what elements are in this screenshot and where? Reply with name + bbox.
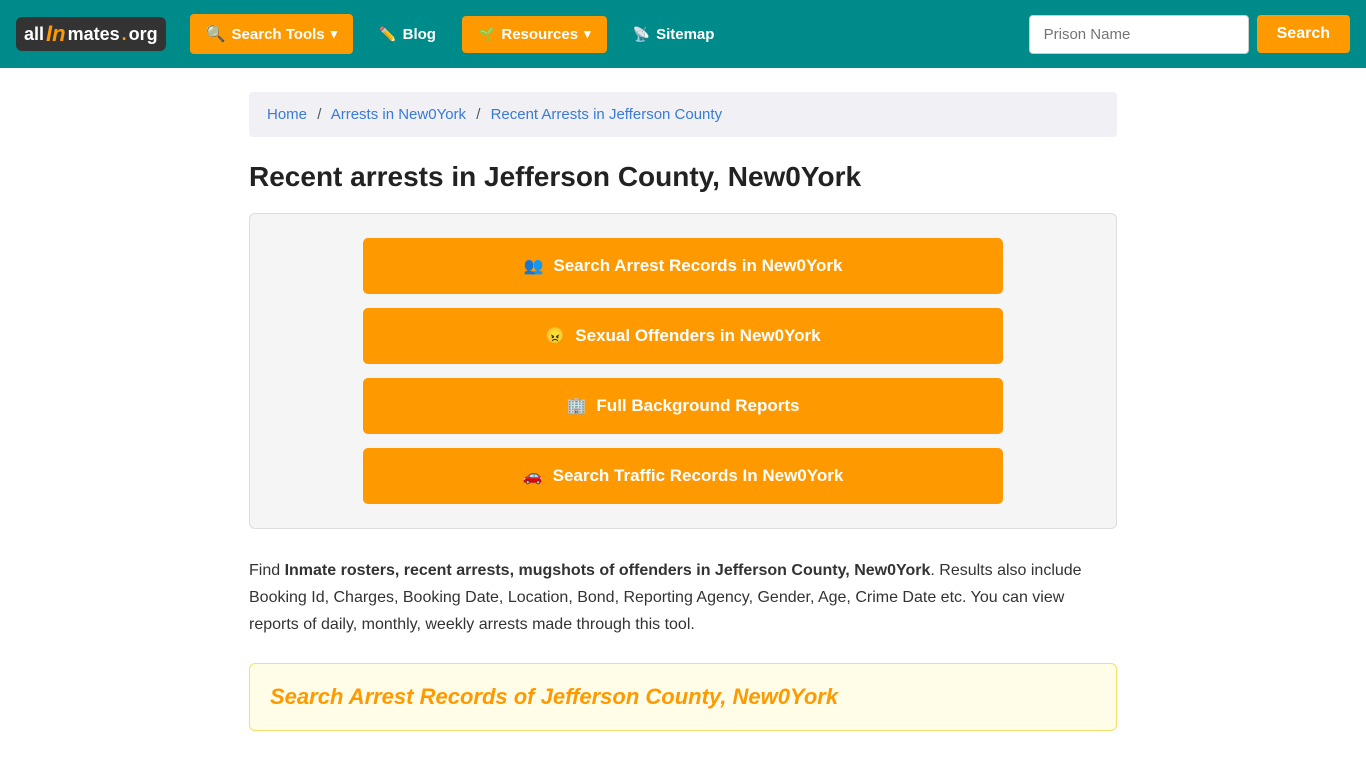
logo-text-all: all	[24, 24, 44, 45]
navbar-search-label: Search	[1277, 25, 1330, 42]
action-buttons-box: Search Arrest Records in New0York Sexual…	[249, 213, 1117, 529]
logo-dot: .	[122, 24, 127, 45]
breadcrumb-current: Recent Arrests in Jefferson County	[491, 106, 723, 123]
breadcrumb: Home / Arrests in New0York / Recent Arre…	[249, 92, 1117, 137]
blog-icon	[379, 26, 396, 43]
main-content: Home / Arrests in New0York / Recent Arre…	[233, 92, 1133, 731]
page-title: Recent arrests in Jefferson County, New0…	[249, 161, 1117, 193]
resources-button[interactable]: Resources	[462, 16, 607, 53]
traffic-records-label: Search Traffic Records In New0York	[553, 466, 844, 486]
breadcrumb-arrests[interactable]: Arrests in New0York	[331, 106, 466, 123]
sitemap-icon	[633, 26, 650, 43]
building-icon	[567, 396, 587, 416]
logo-text-mates: mates	[68, 24, 120, 45]
navbar: all In mates . org Search Tools Blog Res…	[0, 0, 1366, 68]
arrest-records-label: Search Arrest Records in New0York	[553, 256, 842, 276]
background-reports-button[interactable]: Full Background Reports	[363, 378, 1003, 434]
traffic-records-button[interactable]: Search Traffic Records In New0York	[363, 448, 1003, 504]
description-text: Find Inmate rosters, recent arrests, mug…	[249, 557, 1117, 639]
search-tools-button[interactable]: Search Tools	[190, 14, 354, 54]
blog-label: Blog	[403, 26, 436, 43]
site-logo[interactable]: all In mates . org	[16, 17, 166, 51]
sitemap-label: Sitemap	[656, 26, 714, 43]
car-icon	[523, 466, 543, 486]
navbar-search-button[interactable]: Search	[1257, 15, 1350, 53]
logo-text-org: org	[129, 24, 158, 45]
description-intro: Find	[249, 562, 285, 579]
search-tools-label: Search Tools	[232, 26, 325, 43]
logo-text-in: In	[46, 21, 66, 47]
description-bold: Inmate rosters, recent arrests, mugshots…	[285, 562, 931, 579]
arrest-records-button[interactable]: Search Arrest Records in New0York	[363, 238, 1003, 294]
breadcrumb-home[interactable]: Home	[267, 106, 307, 123]
prison-name-input[interactable]	[1029, 15, 1249, 54]
search-records-title: Search Arrest Records of Jefferson Count…	[270, 684, 1096, 710]
users-icon	[523, 256, 543, 276]
blog-link[interactable]: Blog	[365, 16, 450, 53]
breadcrumb-sep-2: /	[476, 106, 480, 123]
navbar-right: Search	[1029, 15, 1350, 54]
sexual-offenders-label: Sexual Offenders in New0York	[575, 326, 820, 346]
sitemap-link[interactable]: Sitemap	[619, 16, 729, 53]
search-records-box: Search Arrest Records of Jefferson Count…	[249, 663, 1117, 731]
resources-icon	[478, 26, 495, 43]
background-reports-label: Full Background Reports	[596, 396, 799, 416]
breadcrumb-sep-1: /	[317, 106, 321, 123]
angry-icon	[545, 326, 565, 346]
resources-label: Resources	[501, 26, 578, 43]
search-icon	[206, 24, 226, 44]
sexual-offenders-button[interactable]: Sexual Offenders in New0York	[363, 308, 1003, 364]
